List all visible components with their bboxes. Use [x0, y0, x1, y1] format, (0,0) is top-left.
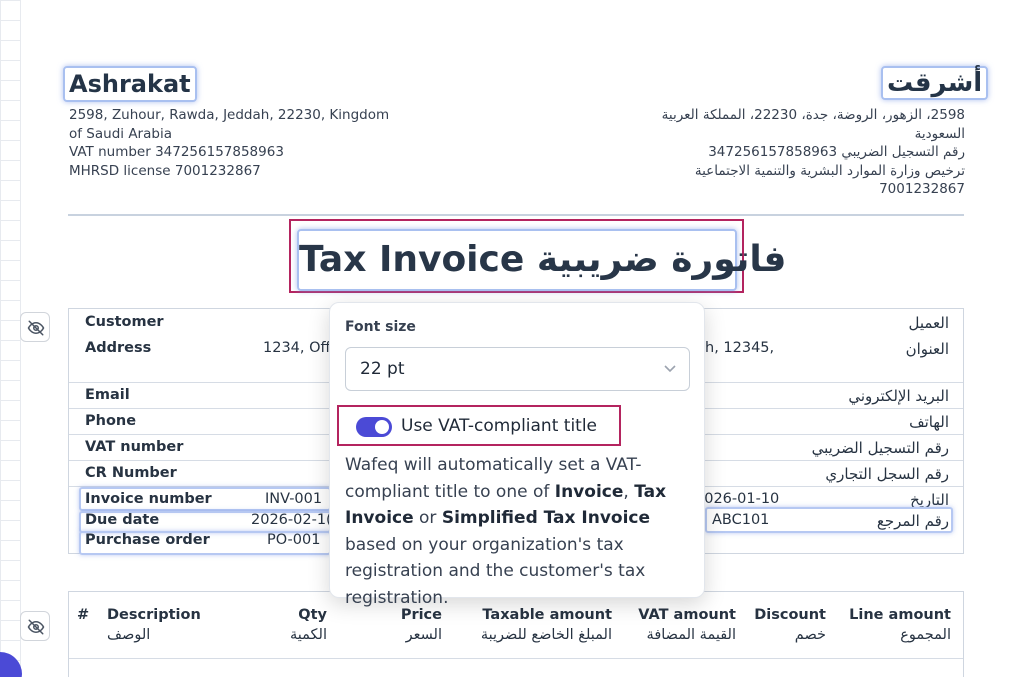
- address-line: of Saudi Arabia: [69, 125, 172, 142]
- col-qty-header-ar: الكمية: [290, 627, 327, 643]
- col-description-header: Description: [107, 607, 201, 623]
- reference-value: ABC101: [712, 512, 770, 528]
- vat-title-help-text: Wafeq will automatically set a VAT-compl…: [345, 452, 695, 611]
- font-size-value: 22 pt: [360, 359, 405, 379]
- vat-title-toggle-row[interactable]: Use VAT-compliant title: [337, 405, 621, 446]
- email-label: Email: [85, 387, 130, 403]
- eye-off-icon: [27, 619, 45, 635]
- company-address-en: 2598, Zuhour, Rawda, Jeddah, 22230, King…: [69, 106, 399, 180]
- header-divider: [69, 658, 963, 659]
- address-line: 2598, Zuhour, Rawda, Jeddah, 22230, King…: [69, 107, 390, 123]
- phone-label-ar: الهاتف: [909, 413, 949, 431]
- purchase-order-label: Purchase order: [85, 532, 210, 548]
- customer-label-ar: العميل: [908, 314, 949, 332]
- col-price-header-ar: السعر: [405, 627, 442, 643]
- license-line-ar: ترخيص وزارة الموارد البشرية والتنمية الا…: [694, 162, 965, 179]
- font-size-select[interactable]: 22 pt: [345, 347, 690, 391]
- help-text: ,: [623, 481, 635, 502]
- col-line-amount-header: Line amount: [849, 607, 951, 623]
- invoice-date-value: 2026-01-10: [695, 491, 780, 507]
- col-discount-header-ar: خصم: [794, 627, 826, 643]
- vat-number-label: VAT number: [85, 439, 184, 455]
- customer-label: Customer: [85, 314, 164, 330]
- vat-number-line: VAT number 347256157858963: [69, 144, 284, 160]
- company-name-ar[interactable]: أشرقت: [881, 66, 989, 100]
- due-date-label: Due date: [85, 512, 160, 528]
- toggle-visibility-button[interactable]: [20, 312, 50, 342]
- address-line-ar: 2598، الزهور، الروضة، جدة، 22230، المملك…: [661, 107, 965, 123]
- company-address-ar: 2598، الزهور، الروضة، جدة، 22230، المملك…: [640, 106, 965, 199]
- reference-label-ar: رقم المرجع: [876, 512, 949, 530]
- font-size-label: Font size: [345, 319, 416, 335]
- address-label: Address: [85, 340, 152, 356]
- title-settings-popover: Font size 22 pt Use VAT-compliant title …: [329, 302, 705, 608]
- eye-off-icon: [27, 320, 45, 336]
- license-line: MHRSD license 7001232867: [69, 162, 261, 179]
- invoice-title[interactable]: Tax Invoice فاتورة ضريبية: [297, 229, 787, 291]
- vat-number-line-ar: رقم التسجيل الضريبي 347256157858963: [708, 144, 965, 160]
- help-text: or: [413, 508, 442, 528]
- help-bold-simplified: Simplified Tax Invoice: [441, 508, 651, 528]
- toggle-visibility-button[interactable]: [20, 611, 50, 641]
- toggle-knob: [375, 420, 389, 434]
- header-divider: [68, 214, 964, 216]
- address-value-tail: h, 12345,: [705, 340, 775, 356]
- address-value: 1234, Off: [263, 340, 331, 356]
- col-description-header-ar: الوصف: [107, 627, 151, 643]
- cr-number-label: CR Number: [85, 465, 177, 481]
- invoice-title-text: Tax Invoice فاتورة ضريبية: [299, 239, 787, 280]
- col-vat-header-ar: القيمة المضافة: [646, 627, 736, 643]
- cr-number-label-ar: رقم السجل التجاري: [825, 465, 949, 483]
- vat-title-toggle[interactable]: [356, 417, 392, 437]
- invoice-number-label: Invoice number: [85, 491, 212, 507]
- company-name-en[interactable]: Ashrakat: [63, 66, 197, 102]
- address-line-ar: السعودية: [914, 125, 965, 142]
- due-date-value: 2026-02-1(: [251, 512, 332, 528]
- phone-label: Phone: [85, 413, 137, 429]
- col-line-amount-header-ar: المجموع: [900, 627, 951, 643]
- chevron-down-icon: [664, 365, 676, 373]
- email-label-ar: البريد الإلكتروني: [848, 387, 949, 405]
- col-taxable-header-ar: المبلغ الخاضع للضريبة: [480, 627, 612, 643]
- address-label-ar: العنوان: [905, 340, 949, 358]
- purchase-order-value: PO-001: [267, 532, 321, 548]
- help-bold-invoice: Invoice: [554, 481, 624, 502]
- invoice-number-value: INV-001: [265, 491, 323, 507]
- vat-number-label-ar: رقم التسجيل الضريبي: [811, 439, 949, 457]
- col-qty-header: Qty: [298, 607, 327, 623]
- col-discount-header: Discount: [754, 607, 826, 623]
- help-text: based on your organization's tax registr…: [345, 534, 646, 608]
- col-number-header: #: [77, 607, 90, 623]
- license-number-ar: 7001232867: [879, 181, 965, 197]
- vat-title-toggle-label: Use VAT-compliant title: [401, 416, 598, 436]
